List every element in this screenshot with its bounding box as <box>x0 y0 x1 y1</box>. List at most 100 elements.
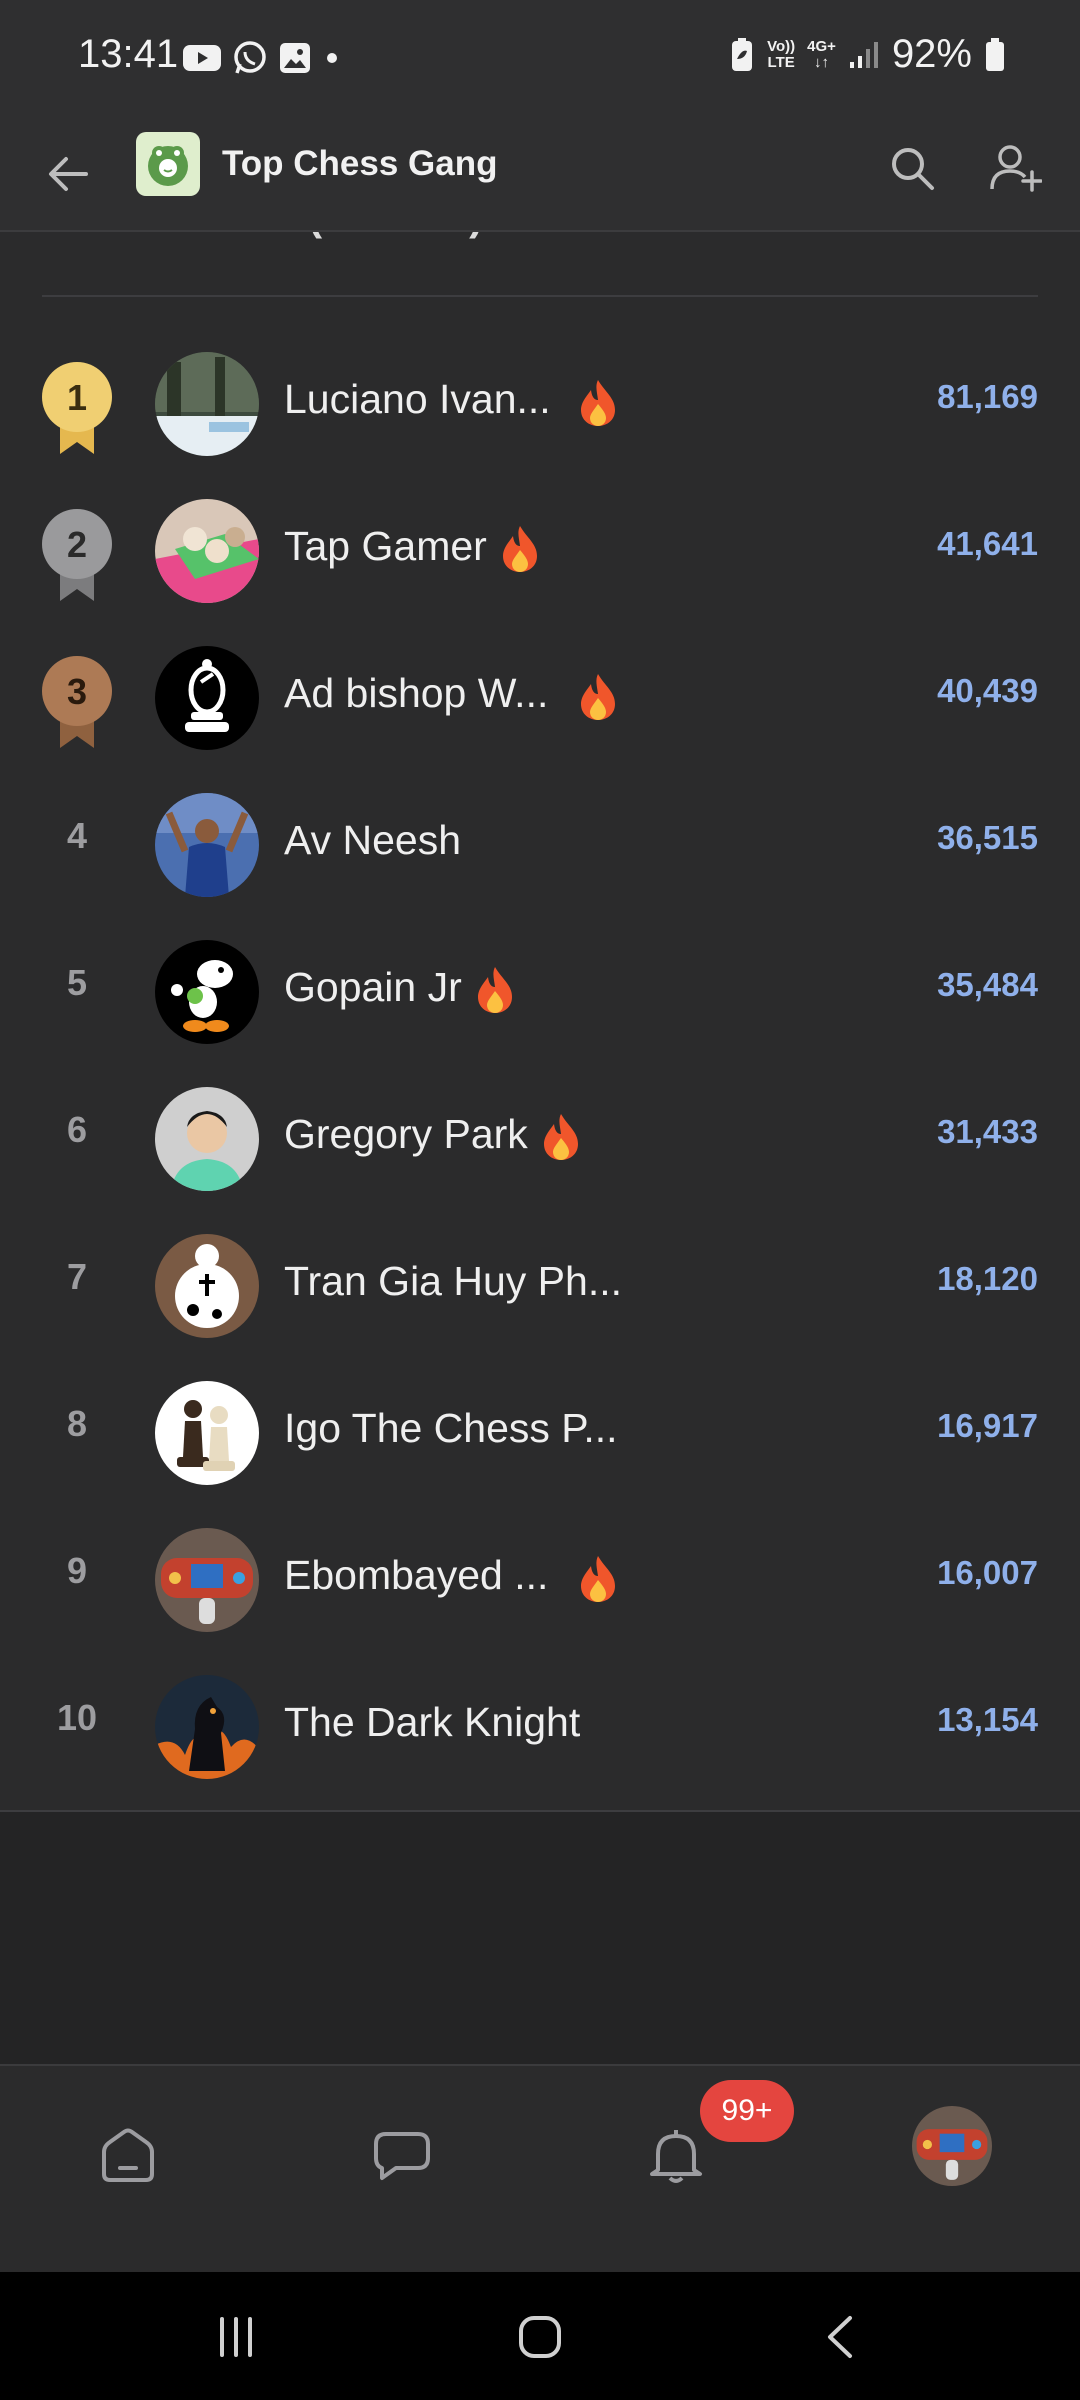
avatar[interactable] <box>155 1528 259 1632</box>
player-name: Tap Gamer <box>284 523 543 574</box>
leaderboard-row-10[interactable]: 10 The Dark Knight 13,154 <box>0 1655 1080 1802</box>
battery-icon <box>986 37 1004 71</box>
leaderboard-heading: Leaderboard (all-time) <box>42 232 483 240</box>
player-score: 18,120 <box>937 1260 1038 1297</box>
home-icon <box>102 2128 154 2182</box>
leaderboard-row-7[interactable]: 7 Tran Gia Huy Ph... 18,120 <box>0 1214 1080 1361</box>
system-back-icon <box>828 2316 852 2358</box>
silver-medal-icon: 2 <box>42 509 112 601</box>
network-gen: 4G+ ↓↑ <box>807 37 836 71</box>
bronze-medal-icon: 3 <box>42 656 112 748</box>
rank-number: 4 <box>66 815 88 856</box>
volte-indicator: Vo)) LTE <box>767 37 796 71</box>
player-name-text: Gregory Park <box>284 1111 528 1157</box>
avatar[interactable] <box>155 1234 259 1338</box>
leaderboard-row-1[interactable]: 1 Luciano Ivan... 81,169 <box>0 332 1080 479</box>
avatar[interactable] <box>155 499 259 603</box>
volte-top: Vo)) <box>767 37 796 55</box>
rank-number: 9 <box>66 1550 88 1591</box>
player-name: Ebombayed ... <box>284 1552 549 1598</box>
back-button[interactable] <box>36 142 100 206</box>
avatar[interactable] <box>155 646 259 750</box>
nav-home[interactable] <box>78 2106 178 2206</box>
group-logo[interactable] <box>136 132 200 196</box>
player-score: 81,169 <box>937 378 1038 415</box>
signal-icon <box>849 41 878 68</box>
player-score: 13,154 <box>937 1701 1038 1738</box>
chat-icon <box>374 2132 430 2180</box>
search-icon <box>892 148 934 190</box>
youtube-icon <box>183 45 221 71</box>
data-arrows-icon: ↓↑ <box>814 53 830 71</box>
leaderboard-row-3[interactable]: 3 Ad bishop W... 40,439 <box>0 626 1080 773</box>
leaderboard-row-9[interactable]: 9 Ebombayed ... 16,007 <box>0 1508 1080 1655</box>
player-name: Av Neesh <box>284 817 462 863</box>
avatar[interactable] <box>155 1675 259 1779</box>
player-score: 16,007 <box>937 1554 1038 1591</box>
leaderboard-content[interactable]: Leaderboard (all-time) 1 Luciano Ivan...… <box>0 232 1080 1812</box>
leaderboard-row-8[interactable]: 8 Igo The Chess P... 16,917 <box>0 1361 1080 1508</box>
frog-logo-icon <box>148 146 188 186</box>
player-score: 41,641 <box>937 525 1038 562</box>
avatar[interactable] <box>155 1381 259 1485</box>
back-arrow-icon <box>49 157 88 191</box>
system-back-button[interactable] <box>800 2302 880 2372</box>
leaderboard-list: 1 Luciano Ivan... 81,169 2 Tap Gamer 41,… <box>0 332 1080 1812</box>
divider <box>42 295 1038 297</box>
rank-number: 10 <box>56 1697 98 1738</box>
rank-number: 1 <box>67 377 87 418</box>
player-name: Ad bishop W... <box>284 670 549 716</box>
rank-number: 5 <box>66 962 88 1003</box>
battery-percent: 92% <box>891 32 972 76</box>
system-status-icons: Vo)) LTE 4G+ ↓↑ 92% <box>729 32 1006 77</box>
nav-chat[interactable] <box>352 2106 452 2206</box>
home-system-button[interactable] <box>500 2302 580 2372</box>
fire-icon <box>581 1556 615 1602</box>
player-score: 31,433 <box>937 1113 1038 1150</box>
bottom-nav: 99+ <box>0 2064 1080 2272</box>
avatar[interactable] <box>155 1087 259 1191</box>
fire-icon <box>543 1114 578 1161</box>
avatar[interactable] <box>155 940 259 1044</box>
player-score: 40,439 <box>937 672 1038 709</box>
fire-icon <box>581 674 615 720</box>
group-title[interactable]: Top Chess Gang <box>222 144 498 184</box>
dot-icon <box>327 53 337 63</box>
leaderboard-row-5[interactable]: 5 Gopain Jr 35,484 <box>0 920 1080 1067</box>
battery-saver-icon <box>732 37 753 71</box>
leaderboard-row-6[interactable]: 6 Gregory Park 31,433 <box>0 1067 1080 1214</box>
status-time: 13:41 <box>78 32 179 76</box>
player-name-text: Tap Gamer <box>284 523 487 569</box>
search-button[interactable] <box>880 136 944 200</box>
avatar[interactable] <box>155 793 259 897</box>
fire-icon <box>502 526 537 573</box>
system-nav-bar <box>0 2272 1080 2400</box>
volte-bottom: LTE <box>767 53 795 71</box>
empty-area <box>0 1812 1080 2064</box>
player-name: The Dark Knight <box>284 1699 581 1745</box>
rank-number: 3 <box>67 671 87 712</box>
player-score: 36,515 <box>937 819 1038 856</box>
player-name: Luciano Ivan... <box>284 376 551 422</box>
add-user-icon <box>990 145 1042 192</box>
status-bar: 13:41 Vo)) LTE 4G+ ↓↑ 92% <box>0 0 1080 118</box>
gallery-icon <box>280 43 310 73</box>
leaderboard-row-4[interactable]: 4 Av Neesh 36,515 <box>0 773 1080 920</box>
gold-medal-icon: 1 <box>42 362 112 454</box>
player-name: Gregory Park <box>284 1111 584 1162</box>
fire-icon <box>581 380 615 426</box>
fire-icon <box>477 967 512 1014</box>
avatar[interactable] <box>155 352 259 456</box>
recent-apps-button[interactable] <box>196 2302 276 2372</box>
nav-profile-avatar[interactable] <box>912 2106 992 2186</box>
leaderboard-row-2[interactable]: 2 Tap Gamer 41,641 <box>0 479 1080 626</box>
app-bar: Top Chess Gang <box>0 118 1080 232</box>
recent-apps-icon <box>220 2317 252 2357</box>
rank-number: 6 <box>66 1109 88 1150</box>
network-gen-label: 4G+ <box>807 37 836 55</box>
add-member-button[interactable] <box>984 136 1048 200</box>
player-name: Gopain Jr <box>284 964 518 1015</box>
rank-number: 7 <box>66 1256 88 1297</box>
bell-icon <box>650 2130 702 2183</box>
player-name-text: Gopain Jr <box>284 964 462 1010</box>
